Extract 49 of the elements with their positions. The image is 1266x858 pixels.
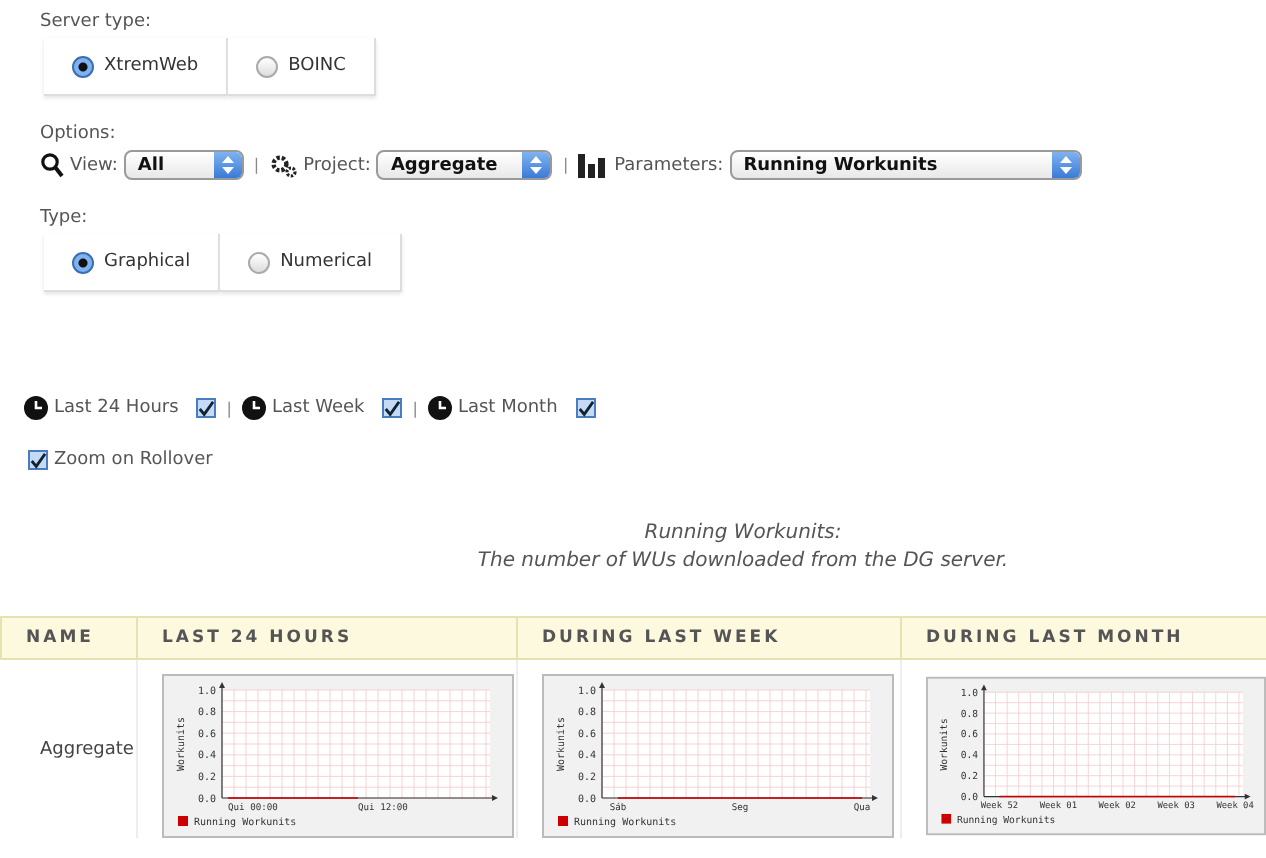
radio-option[interactable]: BOINC	[228, 38, 376, 96]
radio-button[interactable]	[72, 55, 94, 77]
section-label: Server type:	[40, 12, 154, 32]
select-field[interactable]: Aggregate	[376, 150, 553, 180]
clock-icon	[24, 396, 48, 420]
checkbox[interactable]	[382, 398, 403, 418]
stepper-arrows-icon	[221, 156, 234, 174]
checkbox[interactable]	[28, 450, 48, 470]
checkbox[interactable]	[196, 398, 217, 418]
separator: |	[562, 156, 569, 174]
checkbox-label: Last Week	[272, 398, 365, 418]
radio-option[interactable]: Numerical	[220, 234, 402, 292]
separator: |	[253, 156, 260, 174]
select-field[interactable]: Running Workunits	[729, 150, 1082, 180]
row-name: Aggregate	[38, 739, 136, 759]
radio-option[interactable]: Graphical	[44, 234, 221, 292]
search-icon	[40, 152, 64, 178]
separator: |	[226, 399, 232, 417]
filter-label: View:	[70, 155, 118, 175]
column-header: DURING LAST WEEK	[516, 616, 900, 660]
radio-button[interactable]	[248, 251, 271, 273]
clock-icon	[242, 396, 266, 420]
clock-icon	[427, 396, 452, 420]
checkbox-label: Zoom on Rollover	[54, 450, 213, 470]
radio-option[interactable]: XtremWeb	[44, 38, 229, 96]
filter-label: Project:	[303, 155, 371, 175]
section-label: Options:	[40, 124, 118, 144]
y-axis	[599, 682, 605, 799]
column-header: DURING LAST MONTH	[900, 616, 1266, 660]
chart-subtitle: The number of WUs downloaded from the DG server.	[477, 550, 1009, 572]
checkbox[interactable]	[575, 398, 596, 418]
checkbox-label: Last 24 Hours	[54, 398, 179, 418]
y-axis	[219, 682, 225, 799]
bar-chart-icon	[578, 153, 609, 177]
y-axis	[981, 684, 987, 798]
chart-heading: Running Workunits:	[644, 522, 842, 544]
filter-label: Parameters:	[614, 155, 724, 175]
select-field[interactable]: All	[123, 150, 244, 180]
column-header: NAME	[0, 616, 136, 660]
stepper-arrows-icon	[1059, 156, 1072, 174]
separator: |	[412, 399, 418, 417]
radio-button[interactable]	[256, 55, 279, 77]
column-header: LAST 24 HOURS	[136, 616, 516, 660]
checkbox-label: Last Month	[457, 398, 558, 418]
data-line	[227, 797, 359, 799]
section-label: Type:	[40, 208, 90, 228]
radio-button[interactable]	[72, 251, 94, 273]
gears-icon	[269, 153, 298, 177]
stepper-arrows-icon	[530, 156, 543, 174]
